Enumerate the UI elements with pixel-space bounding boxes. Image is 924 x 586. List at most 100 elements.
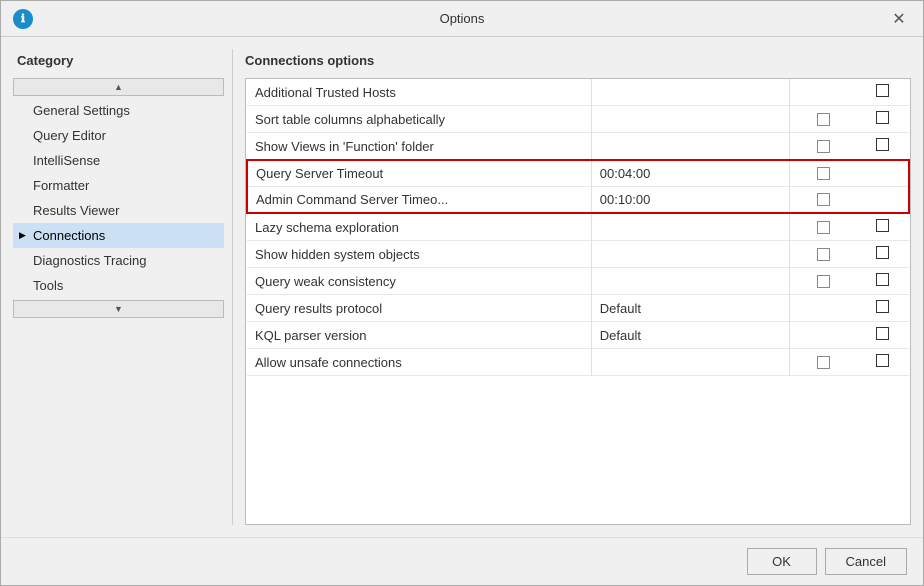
option-checkbox-cell [790,268,856,295]
option-name: Admin Command Server Timeo... [247,187,591,214]
option-value [591,268,790,295]
sidebar-scroll-down[interactable]: ▼ [13,300,224,318]
option-value [591,133,790,161]
sidebar-item-formatter[interactable]: Formatter [13,173,224,198]
option-value: 00:10:00 [591,187,790,214]
square-button[interactable] [876,138,889,151]
option-checkbox-cell [790,241,856,268]
option-extra-cell [856,349,909,376]
option-extra-cell [856,268,909,295]
option-checkbox-cell [790,160,856,187]
option-value [591,79,790,106]
table-row: Query weak consistency [247,268,909,295]
option-name: Show Views in 'Function' folder [247,133,591,161]
sidebar-item-label: Formatter [33,178,89,193]
option-extra-cell [856,295,909,322]
sidebar-item-query-editor[interactable]: Query Editor [13,123,224,148]
option-extra-cell [856,106,909,133]
square-button[interactable] [876,354,889,367]
title-bar: ℹ Options ✕ [1,1,923,37]
checkbox-icon[interactable] [817,275,830,288]
option-value [591,106,790,133]
checkbox-icon[interactable] [817,221,830,234]
option-name: Lazy schema exploration [247,213,591,241]
option-extra-cell [856,160,909,187]
sidebar: Category ▲ General SettingsQuery EditorI… [13,49,233,525]
table-row: Show hidden system objects [247,241,909,268]
option-extra-cell [856,79,909,106]
sidebar-item-label: Results Viewer [33,203,119,218]
option-extra-cell [856,133,909,161]
table-row: Query results protocolDefault [247,295,909,322]
option-checkbox-cell [790,106,856,133]
square-button[interactable] [876,219,889,232]
table-container: Additional Trusted HostsSort table colum… [245,78,911,525]
table-row: Admin Command Server Timeo...00:10:00 [247,187,909,214]
option-checkbox-cell [790,349,856,376]
sidebar-item-connections[interactable]: ▶ Connections [13,223,224,248]
option-value: Default [591,322,790,349]
option-name: Query results protocol [247,295,591,322]
option-value: Default [591,295,790,322]
options-table[interactable]: Additional Trusted HostsSort table colum… [246,79,910,524]
sidebar-item-tools[interactable]: Tools [13,273,224,298]
table-row: Allow unsafe connections [247,349,909,376]
option-value [591,241,790,268]
option-value [591,349,790,376]
cancel-button[interactable]: Cancel [825,548,907,575]
checkbox-icon[interactable] [817,356,830,369]
sidebar-item-results-viewer[interactable]: Results Viewer [13,198,224,223]
option-name: KQL parser version [247,322,591,349]
sidebar-item-label: Connections [33,228,105,243]
close-button[interactable]: ✕ [887,7,911,31]
table-row: KQL parser versionDefault [247,322,909,349]
sidebar-item-label: Query Editor [33,128,106,143]
checkbox-icon[interactable] [817,113,830,126]
checkbox-icon[interactable] [817,167,830,180]
sidebar-item-label: Tools [33,278,63,293]
option-checkbox-cell [790,213,856,241]
sidebar-scroll-up[interactable]: ▲ [13,78,224,96]
sidebar-item-diagnostics-tracing[interactable]: Diagnostics Tracing [13,248,224,273]
arrow-icon: ▶ [19,230,26,241]
table-row: Additional Trusted Hosts [247,79,909,106]
square-button[interactable] [876,327,889,340]
ok-button[interactable]: OK [747,548,817,575]
option-checkbox-cell [790,133,856,161]
dialog-footer: OK Cancel [1,537,923,585]
checkbox-icon[interactable] [817,140,830,153]
table-row: Show Views in 'Function' folder [247,133,909,161]
option-extra-cell [856,241,909,268]
sidebar-item-intellisense[interactable]: IntelliSense [13,148,224,173]
dialog-body: Category ▲ General SettingsQuery EditorI… [1,37,923,537]
square-button[interactable] [876,246,889,259]
square-button[interactable] [876,111,889,124]
option-checkbox-cell [790,295,856,322]
table-row: Sort table columns alphabetically [247,106,909,133]
option-name: Query Server Timeout [247,160,591,187]
table-row: Lazy schema exploration [247,213,909,241]
option-extra-cell [856,322,909,349]
options-table-element: Additional Trusted HostsSort table colum… [246,79,910,376]
checkbox-icon[interactable] [817,248,830,261]
dialog-title: Options [440,11,485,26]
option-value: 00:04:00 [591,160,790,187]
option-name: Sort table columns alphabetically [247,106,591,133]
option-checkbox-cell [790,79,856,106]
option-name: Additional Trusted Hosts [247,79,591,106]
sidebar-item-label: General Settings [33,103,130,118]
checkbox-icon[interactable] [817,193,830,206]
sidebar-item-general-settings[interactable]: General Settings [13,98,224,123]
scroll-down-icon: ▼ [114,304,123,314]
options-dialog: ℹ Options ✕ Category ▲ General SettingsQ… [0,0,924,586]
square-button[interactable] [876,300,889,313]
table-row: Query Server Timeout00:04:00 [247,160,909,187]
info-icon: ℹ [13,9,33,29]
option-checkbox-cell [790,322,856,349]
option-checkbox-cell [790,187,856,214]
square-button[interactable] [876,273,889,286]
option-extra-cell [856,213,909,241]
scroll-up-icon: ▲ [114,82,123,92]
sidebar-item-label: IntelliSense [33,153,100,168]
square-button[interactable] [876,84,889,97]
